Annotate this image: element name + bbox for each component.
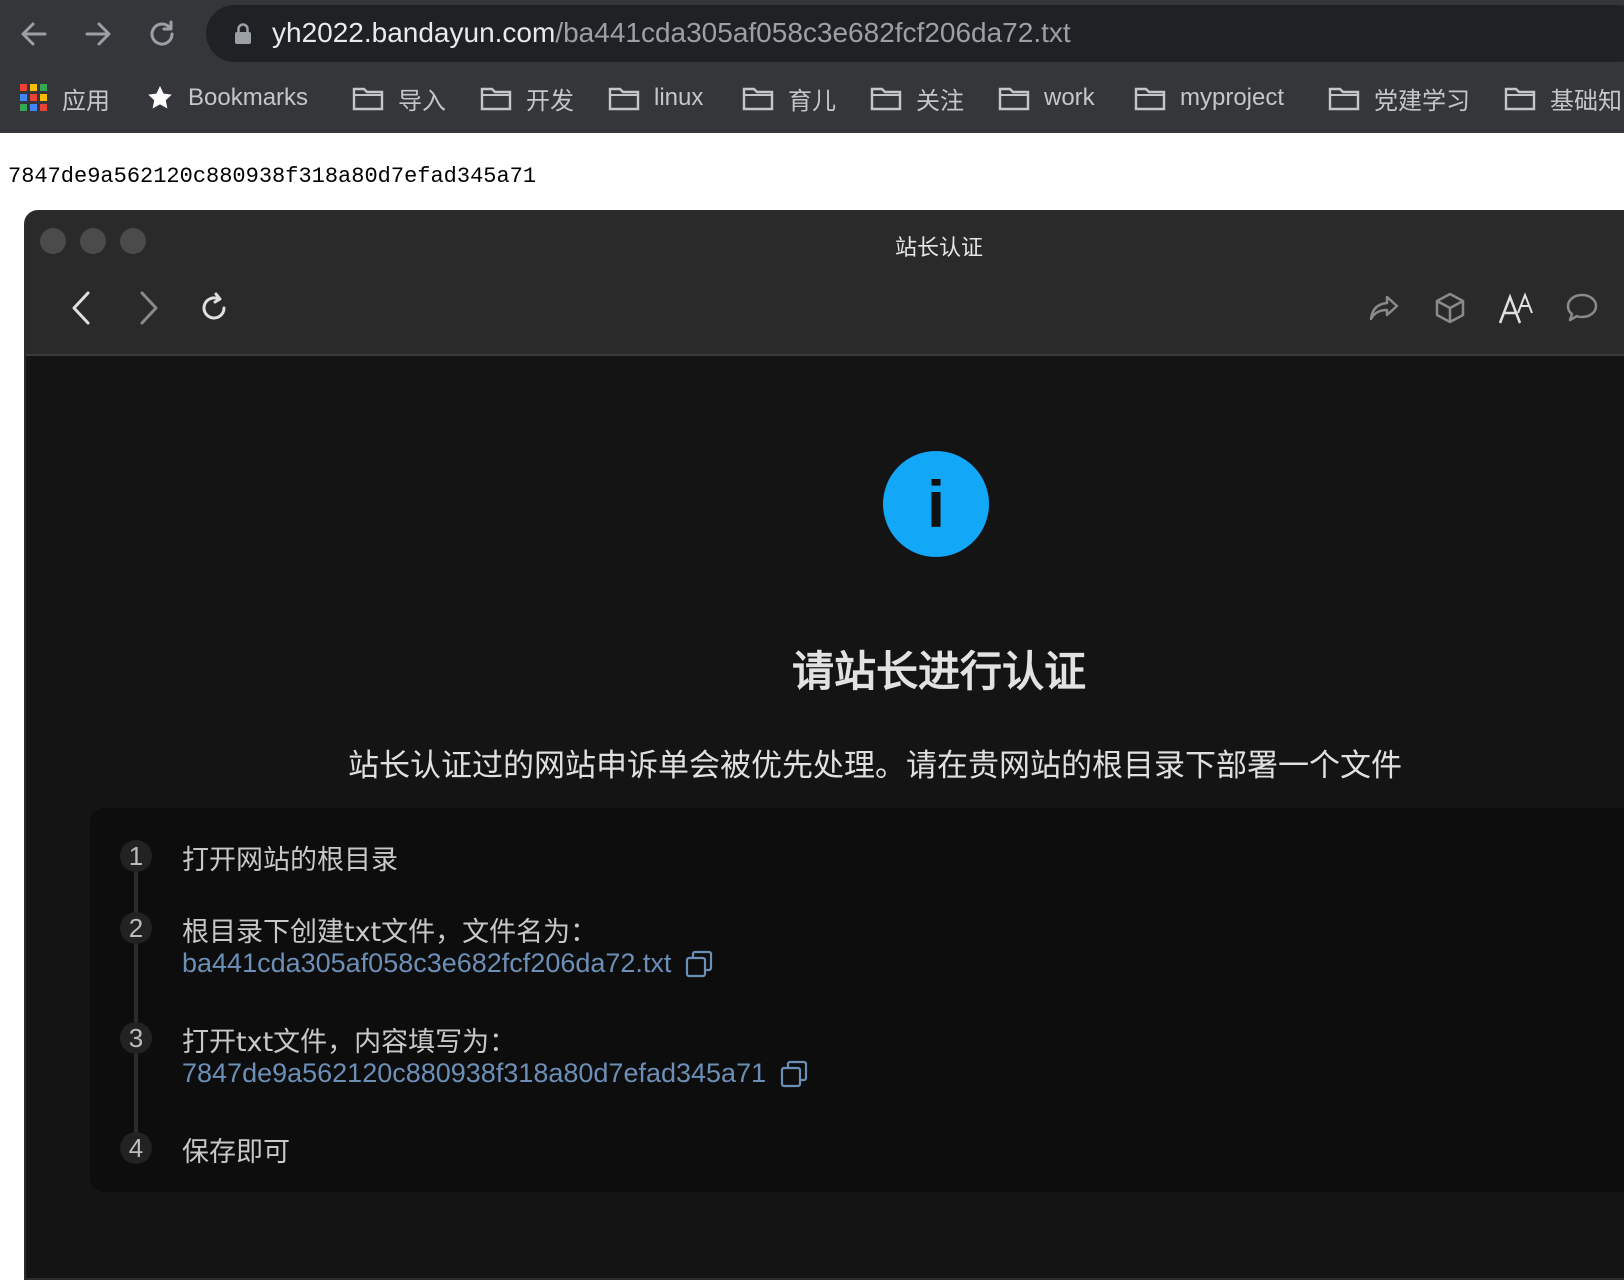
- step-number: 1: [120, 840, 152, 872]
- bookmark-label: work: [1044, 84, 1095, 111]
- back-button[interactable]: [12, 12, 56, 56]
- copy-icon[interactable]: [780, 1060, 808, 1088]
- font-size-icon: [1498, 292, 1533, 324]
- page-heading: 请站长进行认证: [791, 647, 1086, 696]
- bookmark-folder-dev[interactable]: 开发: [480, 78, 574, 118]
- content-value[interactable]: 7847de9a562120c880938f318a80d7efad345a71: [182, 1058, 808, 1089]
- bookmark-folder-work[interactable]: work: [998, 78, 1095, 118]
- step-number: 4: [120, 1132, 152, 1164]
- folder-icon: [1328, 87, 1360, 111]
- folder-icon: [998, 87, 1030, 111]
- copy-icon[interactable]: [685, 950, 713, 978]
- bookmark-folder-linux[interactable]: linux: [608, 78, 703, 118]
- folder-icon: [742, 87, 774, 111]
- bookmark-label: Bookmarks: [188, 84, 309, 111]
- bookmark-folder-follow[interactable]: 关注: [870, 78, 964, 118]
- bookmark-label: linux: [654, 84, 704, 111]
- step-text: 打开txt文件，内容填写为：: [182, 1027, 517, 1058]
- share-icon: [1369, 295, 1399, 321]
- reload-button[interactable]: [140, 12, 184, 56]
- bookmark-folder-basics[interactable]: 基础知: [1504, 78, 1622, 118]
- folder-icon: [1504, 87, 1536, 111]
- share-button[interactable]: [1362, 286, 1406, 330]
- bookmark-folder-parenting[interactable]: 育儿: [742, 78, 836, 118]
- window-title: 站长认证: [894, 236, 983, 261]
- bookmark-label: 育儿: [788, 87, 836, 115]
- window-forward-button[interactable]: [126, 286, 170, 330]
- bookmark-folder-import[interactable]: 导入: [352, 78, 446, 118]
- bookmark-bookmarks[interactable]: Bookmarks: [146, 78, 308, 118]
- filename-text: ba441cda305af058c3e682fcf206da72.txt: [182, 948, 672, 978]
- content-text: 7847de9a562120c880938f318a80d7efad345a71: [182, 1058, 767, 1088]
- bookmark-label: myproject: [1180, 84, 1285, 111]
- step-text: 打开网站的根目录: [182, 845, 398, 876]
- chevron-right-icon: [140, 291, 158, 325]
- bookmark-label: 导入: [398, 87, 446, 115]
- bookmark-label: 党建学习: [1374, 87, 1470, 115]
- filename-value[interactable]: ba441cda305af058c3e682fcf206da72.txt: [182, 948, 713, 979]
- page-description: 站长认证过的网站申诉单会被优先处理。请在贵网站的根目录下部署一个文件: [348, 748, 1402, 784]
- step-text: 根目录下创建txt文件，文件名为：: [182, 917, 598, 948]
- step-number: 2: [120, 912, 152, 944]
- folder-icon: [352, 87, 384, 111]
- apps-grid-icon: [20, 84, 47, 111]
- chat-bubble-icon: [1566, 293, 1598, 322]
- folder-icon: [1134, 87, 1166, 111]
- file-content-text: 7847de9a562120c880938f318a80d7efad345a71: [8, 164, 537, 189]
- bookmark-folder-party-study[interactable]: 党建学习: [1328, 78, 1470, 118]
- arrow-right-icon: [85, 22, 111, 46]
- browser-chrome: yh2022.bandayun.com/ba441cda305af058c3e6…: [0, 0, 1624, 133]
- arrow-left-icon: [21, 22, 47, 46]
- comment-button[interactable]: [1560, 286, 1604, 330]
- reload-icon: [202, 292, 226, 320]
- window-back-button[interactable]: [60, 286, 104, 330]
- timeline-line: [134, 864, 138, 1134]
- 3d-box-button[interactable]: [1428, 286, 1472, 330]
- url-host: yh2022.bandayun.com: [272, 17, 556, 48]
- bookmark-label: 应用: [62, 87, 110, 115]
- bookmark-label: 关注: [916, 87, 964, 115]
- font-size-button[interactable]: [1494, 286, 1538, 330]
- folder-icon: [870, 87, 902, 111]
- forward-button[interactable]: [76, 12, 120, 56]
- cube-icon: [1435, 292, 1465, 324]
- address-bar[interactable]: yh2022.bandayun.com/ba441cda305af058c3e6…: [206, 5, 1624, 62]
- bookmark-label: 基础知: [1550, 87, 1622, 115]
- bookmarks-bar: 应用 Bookmarks 导入 开发 linux 育儿 关注 work mypr…: [0, 78, 1624, 118]
- bookmark-apps[interactable]: 应用: [20, 78, 110, 118]
- url-path: /ba441cda305af058c3e682fcf206da72.txt: [555, 17, 1071, 48]
- steps-card: 1 打开网站的根目录 2 根目录下创建txt文件，文件名为： ba441cda3…: [90, 808, 1624, 1192]
- step-number: 3: [120, 1022, 152, 1054]
- step-text: 保存即可: [182, 1137, 290, 1168]
- reload-icon: [150, 20, 174, 46]
- chevron-left-icon: [72, 291, 90, 325]
- info-icon: i: [883, 451, 989, 557]
- bookmark-folder-myproject[interactable]: myproject: [1134, 78, 1284, 118]
- folder-icon: [480, 87, 512, 111]
- lock-icon: [235, 23, 251, 44]
- app-window: 站长认证 i 请站长进行认证 站长认证过的网站申诉单会被优先处理。请在贵网站的根…: [24, 210, 1624, 1280]
- window-reload-button[interactable]: [192, 286, 236, 330]
- url-text: yh2022.bandayun.com/ba441cda305af058c3e6…: [272, 15, 1071, 51]
- star-icon: [148, 86, 172, 109]
- window-content: i 请站长进行认证 站长认证过的网站申诉单会被优先处理。请在贵网站的根目录下部署…: [26, 356, 1624, 1278]
- folder-icon: [608, 87, 640, 111]
- window-titlebar: 站长认证: [26, 212, 1624, 356]
- bookmark-label: 开发: [526, 87, 574, 115]
